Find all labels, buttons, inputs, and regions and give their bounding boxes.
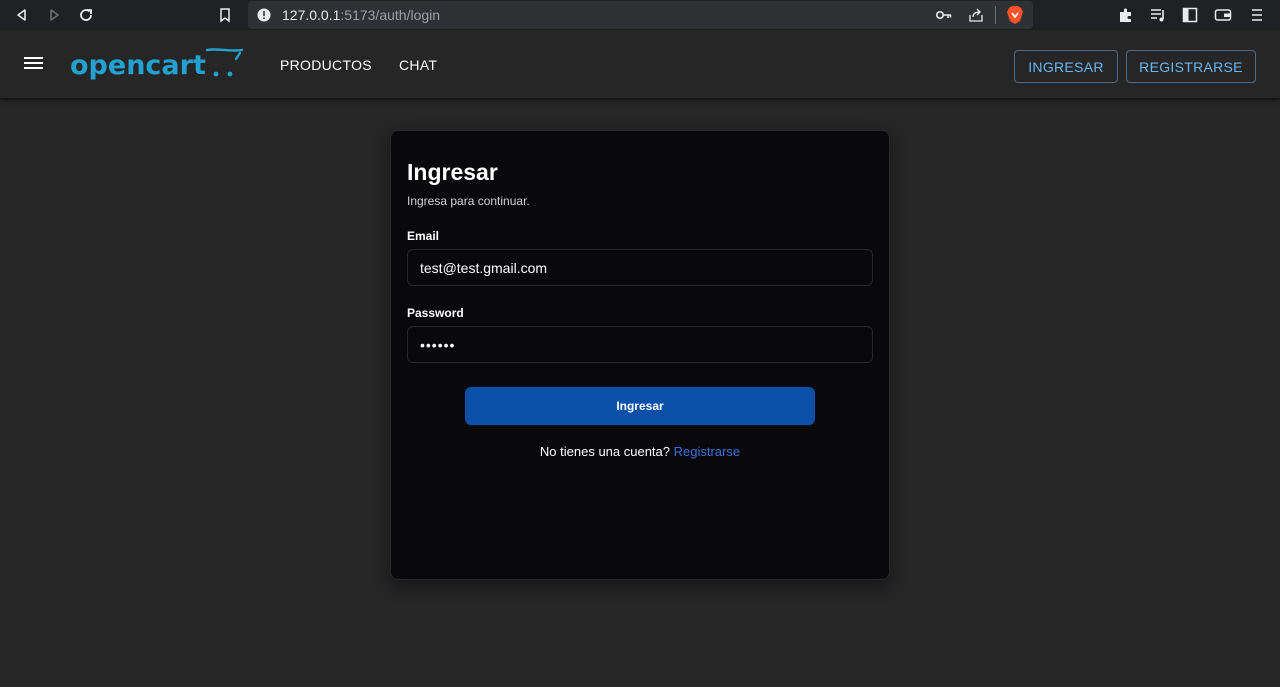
submit-login-button[interactable]: Ingresar — [465, 387, 815, 425]
no-account-text: No tienes una cuenta? — [539, 444, 674, 459]
extensions-button[interactable] — [1116, 5, 1136, 25]
ingresar-button[interactable]: INGRESAR — [1014, 50, 1118, 83]
bookmark-button[interactable] — [215, 5, 235, 25]
wallet-button[interactable] — [1213, 5, 1233, 25]
back-icon — [17, 9, 26, 21]
sidebar-icon — [1182, 7, 1198, 23]
bookmark-icon — [220, 8, 230, 23]
info-icon[interactable] — [257, 8, 271, 22]
menu-lines-icon — [1252, 9, 1262, 21]
registrarse-button[interactable]: REGISTRARSE — [1126, 50, 1256, 83]
reload-button[interactable] — [76, 5, 96, 25]
forward-icon — [50, 9, 59, 21]
url-text: 127.0.0.1:5173/auth/login — [282, 7, 440, 23]
playlist-button[interactable] — [1148, 5, 1168, 25]
browser-toolbar: 127.0.0.1:5173/auth/login — [0, 0, 1280, 30]
reload-icon — [80, 9, 92, 21]
nav-chat[interactable]: CHAT — [399, 57, 437, 73]
forward-button[interactable] — [44, 5, 64, 25]
email-label: Email — [407, 229, 440, 243]
logo-text: opencart — [70, 50, 206, 81]
menu-button[interactable] — [1247, 5, 1267, 25]
url-path: :5173/auth/login — [340, 7, 441, 23]
login-card: Ingresar Ingresa para continuar. Email P… — [390, 130, 890, 580]
url-divider — [995, 6, 996, 24]
puzzle-icon — [1120, 8, 1131, 22]
email-field[interactable] — [407, 249, 873, 286]
app-header: opencart PRODUCTOS CHAT INGRESAR REGISTR… — [0, 30, 1280, 98]
password-label: Password — [407, 306, 464, 320]
password-field[interactable] — [407, 326, 873, 363]
playlist-icon — [1151, 9, 1164, 22]
brave-shield-icon[interactable] — [1006, 5, 1024, 25]
sidebar-toggle-button[interactable] — [1180, 5, 1200, 25]
register-link[interactable]: Registrarse — [674, 444, 740, 459]
share-icon[interactable] — [968, 7, 984, 23]
back-button[interactable] — [12, 5, 32, 25]
hamburger-menu-icon[interactable] — [24, 54, 46, 74]
login-title: Ingresar — [407, 159, 498, 185]
key-icon[interactable] — [936, 8, 952, 22]
nav-productos[interactable]: PRODUCTOS — [280, 57, 372, 73]
opencart-logo[interactable]: opencart — [70, 44, 245, 84]
address-bar[interactable]: 127.0.0.1:5173/auth/login — [248, 1, 1033, 29]
wallet-icon — [1214, 9, 1232, 21]
url-host: 127.0.0.1 — [282, 7, 341, 23]
register-prompt: No tienes una cuenta? Registrarse — [391, 444, 889, 459]
login-subtitle: Ingresa para continuar. — [407, 194, 530, 208]
